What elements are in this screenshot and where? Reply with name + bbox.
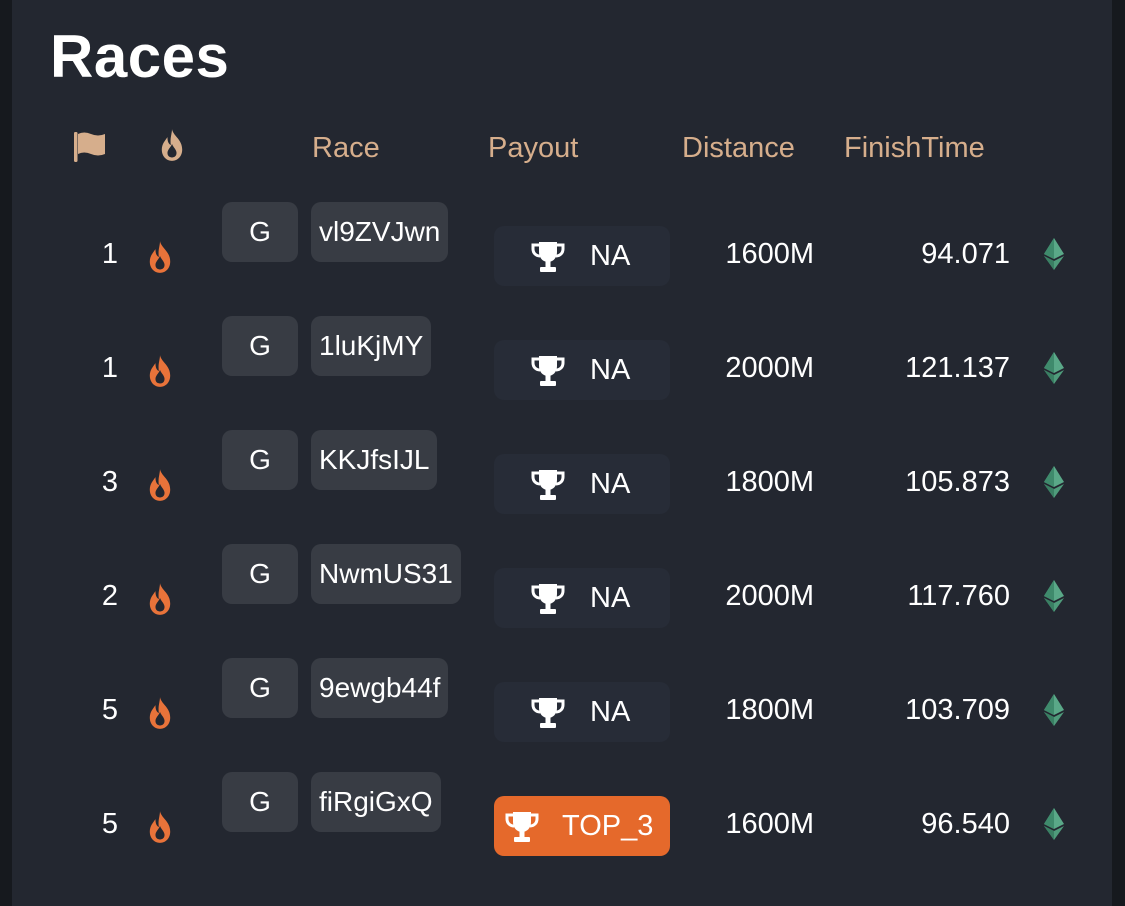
race-distance: 2000M xyxy=(725,352,814,384)
payout-label: TOP_3 xyxy=(562,810,654,842)
race-distance: 1800M xyxy=(725,694,814,726)
trophy-icon xyxy=(505,812,539,842)
payout-badge: TOP_3 xyxy=(494,796,670,856)
flame-icon xyxy=(149,583,171,615)
trophy-icon xyxy=(531,356,565,386)
column-header-race[interactable]: Race xyxy=(312,128,380,168)
finish-position: 5 xyxy=(101,694,118,726)
race-id-badge[interactable]: fiRgiGxQ xyxy=(311,772,441,832)
flame-icon xyxy=(149,241,171,273)
race-grade-badge[interactable]: G xyxy=(222,544,298,604)
finish-position: 2 xyxy=(101,580,118,612)
flame-icon xyxy=(149,697,171,729)
payout-badge: NA xyxy=(494,226,670,286)
payout-badge: NA xyxy=(494,340,670,400)
trophy-icon xyxy=(531,242,565,272)
race-id-badge[interactable]: KKJfsIJL xyxy=(311,430,438,490)
race-grade-badge[interactable]: G xyxy=(222,316,298,376)
finish-time: 121.137 xyxy=(905,352,1010,384)
eth-icon[interactable] xyxy=(1044,238,1064,270)
finish-position: 5 xyxy=(101,808,118,840)
column-header-finish-time[interactable]: FinishTime xyxy=(844,128,985,168)
races-panel: Races Race Payout Distance FinishTime 1 … xyxy=(12,0,1112,906)
race-id-badge[interactable]: NwmUS31 xyxy=(311,544,461,604)
column-header-distance[interactable]: Distance xyxy=(682,128,795,168)
finish-position: 1 xyxy=(101,352,118,384)
eth-icon[interactable] xyxy=(1044,580,1064,612)
finish-time: 94.071 xyxy=(921,238,1010,270)
table-row[interactable]: 2 G NwmUS31 NA 2000M 117.760 xyxy=(12,544,1112,644)
finish-time: 105.873 xyxy=(905,466,1010,498)
finish-time: 96.540 xyxy=(921,808,1010,840)
payout-label: NA xyxy=(590,468,631,500)
table-row[interactable]: 1 G 1luKjMY NA 2000M 121.137 xyxy=(12,316,1112,416)
eth-icon[interactable] xyxy=(1044,808,1064,840)
trophy-icon xyxy=(531,584,565,614)
column-header-payout[interactable]: Payout xyxy=(488,128,578,168)
eth-icon[interactable] xyxy=(1044,466,1064,498)
table-row[interactable]: 3 G KKJfsIJL NA 1800M 105.873 xyxy=(12,430,1112,530)
race-distance: 1800M xyxy=(725,466,814,498)
trophy-icon xyxy=(531,698,565,728)
flame-header-icon xyxy=(161,129,183,161)
race-grade-badge[interactable]: G xyxy=(222,658,298,718)
flame-icon xyxy=(149,811,171,843)
payout-badge: NA xyxy=(494,682,670,742)
race-grade-badge[interactable]: G xyxy=(222,772,298,832)
payout-label: NA xyxy=(590,696,631,728)
flame-icon xyxy=(149,355,171,387)
table-row[interactable]: 5 G fiRgiGxQ TOP_3 1600M 96.540 xyxy=(12,772,1112,872)
finish-time: 117.760 xyxy=(907,580,1010,612)
race-distance: 1600M xyxy=(725,808,814,840)
payout-label: NA xyxy=(590,582,631,614)
race-grade-badge[interactable]: G xyxy=(222,202,298,262)
trophy-icon xyxy=(531,470,565,500)
flame-icon xyxy=(149,469,171,501)
eth-icon[interactable] xyxy=(1044,352,1064,384)
race-id-badge[interactable]: 1luKjMY xyxy=(311,316,432,376)
race-distance: 1600M xyxy=(725,238,814,270)
table-row[interactable]: 1 G vl9ZVJwn NA 1600M 94.071 xyxy=(12,202,1112,302)
payout-label: NA xyxy=(590,354,631,386)
page-title: Races xyxy=(50,23,230,90)
payout-label: NA xyxy=(590,240,631,272)
flag-icon xyxy=(74,132,105,162)
race-grade-badge[interactable]: G xyxy=(222,430,298,490)
payout-badge: NA xyxy=(494,454,670,514)
finish-position: 1 xyxy=(101,238,118,270)
finish-time: 103.709 xyxy=(905,694,1010,726)
race-id-badge[interactable]: 9ewgb44f xyxy=(311,658,449,718)
race-distance: 2000M xyxy=(725,580,814,612)
eth-icon[interactable] xyxy=(1044,694,1064,726)
race-id-badge[interactable]: vl9ZVJwn xyxy=(311,202,449,262)
payout-badge: NA xyxy=(494,568,670,628)
finish-position: 3 xyxy=(101,466,118,498)
table-row[interactable]: 5 G 9ewgb44f NA 1800M 103.709 xyxy=(12,658,1112,758)
